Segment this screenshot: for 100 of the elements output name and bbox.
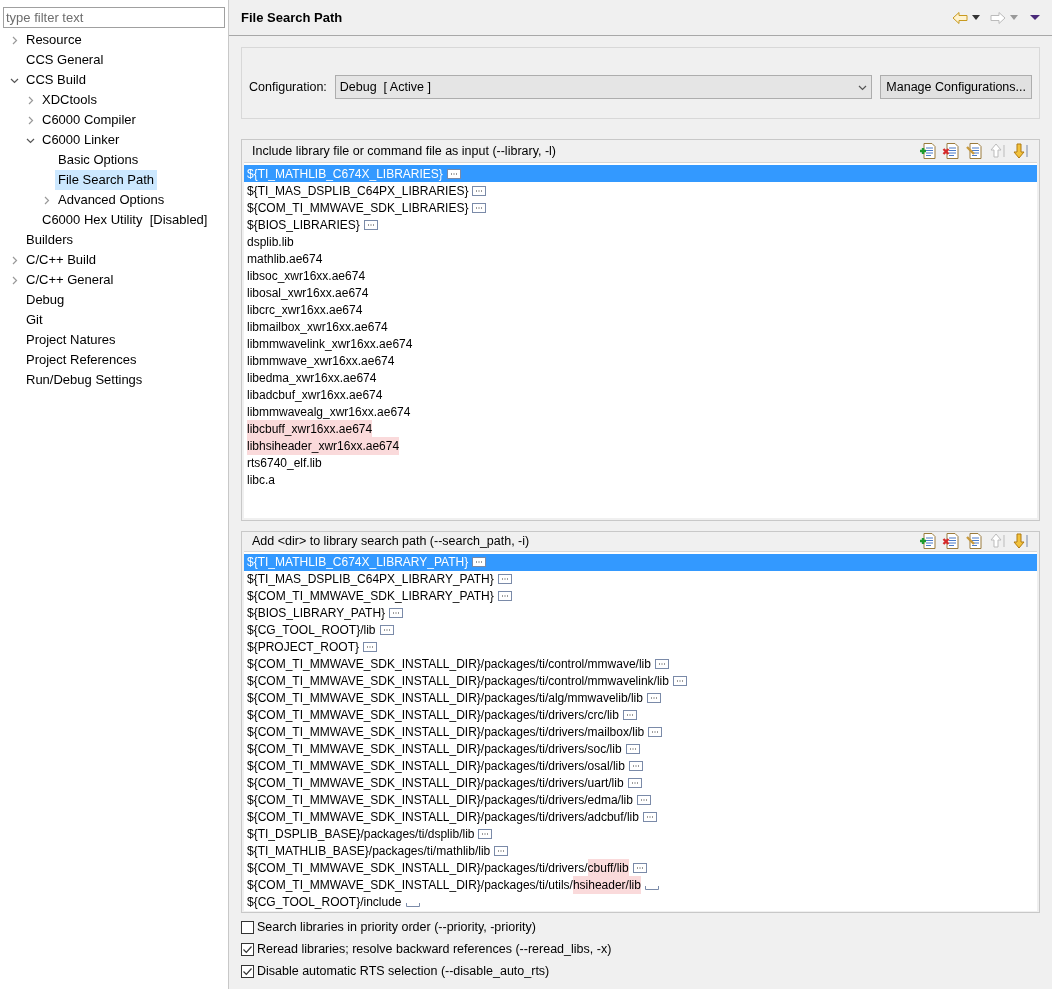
tree-item[interactable]: Git: [23, 310, 46, 330]
list-item[interactable]: libsoc_xwr16xx.ae674: [244, 267, 1037, 284]
tree-item[interactable]: Basic Options: [55, 150, 142, 170]
list-item[interactable]: ${COM_TI_MMWAVE_SDK_INSTALL_DIR}/packages/ti/drivers/soc/lib: [244, 740, 1037, 758]
ellipsis-icon[interactable]: [379, 625, 394, 636]
list-item[interactable]: ${COM_TI_MMWAVE_SDK_INSTALL_DIR}/packages/ti/alg/mmwavelib/lib: [244, 689, 1037, 707]
edit-icon[interactable]: [965, 142, 983, 160]
tree-item[interactable]: Builders: [23, 230, 76, 250]
tree-item[interactable]: CCS Build: [23, 70, 89, 90]
caret-icon[interactable]: [972, 14, 980, 21]
list-item[interactable]: rts6740_elf.lib: [244, 454, 1037, 471]
tree-item[interactable]: Advanced Options: [55, 190, 168, 210]
ellipsis-icon[interactable]: [642, 812, 657, 823]
list-item[interactable]: ${CG_TOOL_ROOT}/lib: [244, 621, 1037, 639]
ellipsis-icon[interactable]: [622, 710, 637, 721]
ellipsis-icon[interactable]: [672, 676, 687, 687]
tree-item[interactable]: C6000 Hex Utility [Disabled]: [39, 210, 211, 230]
ellipsis-icon[interactable]: [646, 693, 661, 704]
ellipsis-icon[interactable]: [389, 608, 404, 619]
ellipsis-icon[interactable]: [636, 795, 651, 806]
list-item[interactable]: libmmwave_xwr16xx.ae674: [244, 352, 1037, 369]
ellipsis-icon[interactable]: [363, 642, 378, 653]
ellipsis-icon[interactable]: [632, 863, 647, 874]
list-item[interactable]: ${COM_TI_MMWAVE_SDK_INSTALL_DIR}/packages/ti/drivers/edma/lib: [244, 791, 1037, 809]
add-icon[interactable]: [919, 532, 937, 551]
ellipsis-icon[interactable]: [472, 202, 487, 213]
manage-configurations-button[interactable]: Manage Configurations...: [880, 75, 1032, 99]
delete-icon[interactable]: [942, 142, 960, 160]
checkbox[interactable]: [241, 964, 254, 978]
list-item[interactable]: ${CG_TOOL_ROOT}/include: [244, 893, 1037, 911]
list-item[interactable]: ${COM_TI_MMWAVE_SDK_INSTALL_DIR}/packages/ti/drivers/adcbuf/lib: [244, 808, 1037, 826]
configuration-label: Configuration:: [249, 79, 327, 96]
list-item[interactable]: libcrc_xwr16xx.ae674: [244, 301, 1037, 318]
list-item[interactable]: libcbuff_xwr16xx.ae674: [244, 420, 1037, 437]
ellipsis-icon[interactable]: [654, 659, 669, 670]
tree-item[interactable]: CCS General: [23, 50, 107, 70]
list-item[interactable]: ${COM_TI_MMWAVE_SDK_LIBRARIES}: [244, 199, 1037, 216]
list-item[interactable]: ${BIOS_LIBRARY_PATH}: [244, 604, 1037, 622]
list-item[interactable]: libadcbuf_xwr16xx.ae674: [244, 386, 1037, 403]
list-item[interactable]: libedma_xwr16xx.ae674: [244, 369, 1037, 386]
tree-item[interactable]: Run/Debug Settings: [23, 370, 146, 390]
ellipsis-icon[interactable]: [478, 829, 493, 840]
ellipsis-icon[interactable]: [472, 557, 487, 568]
tree-item[interactable]: Resource: [23, 30, 85, 50]
list-item[interactable]: ${TI_MAS_DSPLIB_C64PX_LIBRARIES}: [244, 182, 1037, 199]
list-item[interactable]: mathlib.ae674: [244, 250, 1037, 267]
tree-item[interactable]: XDCtools: [39, 90, 100, 110]
list-item[interactable]: ${COM_TI_MMWAVE_SDK_INSTALL_DIR}/packages/ti/drivers/cbuff/lib: [244, 859, 1037, 877]
list-item[interactable]: ${BIOS_LIBRARIES}: [244, 216, 1037, 233]
list-item[interactable]: ${COM_TI_MMWAVE_SDK_INSTALL_DIR}/packages/ti/drivers/crc/lib: [244, 706, 1037, 724]
chevron-right-icon[interactable]: [42, 195, 51, 205]
ellipsis-icon[interactable]: [472, 185, 487, 196]
list-item[interactable]: ${COM_TI_MMWAVE_SDK_INSTALL_DIR}/packages/ti/utils/hsiheader/lib: [244, 876, 1037, 894]
ellipsis-icon[interactable]: [446, 168, 461, 179]
ellipsis-icon[interactable]: [628, 761, 643, 772]
list-item[interactable]: libosal_xwr16xx.ae674: [244, 284, 1037, 301]
tree-item[interactable]: C/C++ General: [23, 270, 117, 290]
list-item[interactable]: ${TI_DSPLIB_BASE}/packages/ti/dsplib/lib: [244, 825, 1037, 843]
list-item[interactable]: ${TI_MAS_DSPLIB_C64PX_LIBRARY_PATH}: [244, 570, 1037, 588]
list-item[interactable]: ${TI_MATHLIB_BASE}/packages/ti/mathlib/lib: [244, 842, 1037, 860]
list-item[interactable]: ${COM_TI_MMWAVE_SDK_LIBRARY_PATH}: [244, 587, 1037, 605]
chevron-right-icon[interactable]: [10, 35, 19, 45]
list-item[interactable]: libc.a: [244, 471, 1037, 488]
ellipsis-icon[interactable]: [363, 219, 378, 230]
move-down-icon[interactable]: [1011, 142, 1029, 160]
view-menu-icon[interactable]: [1030, 14, 1040, 21]
tree-item[interactable]: C6000 Linker: [39, 130, 123, 150]
list-item[interactable]: ${COM_TI_MMWAVE_SDK_INSTALL_DIR}/packages/ti/drivers/uart/lib: [244, 774, 1037, 792]
tree-item[interactable]: C6000 Compiler: [39, 110, 139, 130]
tree-item[interactable]: File Search Path: [55, 170, 158, 190]
delete-icon[interactable]: [942, 532, 960, 551]
list-item[interactable]: libmailbox_xwr16xx.ae674: [244, 318, 1037, 335]
filter-field[interactable]: type filter text: [3, 7, 225, 28]
ellipsis-icon[interactable]: [627, 778, 642, 789]
list-item[interactable]: ${PROJECT_ROOT}: [244, 638, 1037, 656]
edit-icon[interactable]: [965, 532, 983, 551]
ellipsis-icon[interactable]: [497, 591, 512, 602]
list-item[interactable]: ${COM_TI_MMWAVE_SDK_INSTALL_DIR}/packages/ti/drivers/osal/lib: [244, 757, 1037, 775]
tree-item[interactable]: C/C++ Build: [23, 250, 100, 270]
list-item[interactable]: ${COM_TI_MMWAVE_SDK_INSTALL_DIR}/packages/ti/control/mmwavelink/lib: [244, 672, 1037, 690]
ellipsis-icon[interactable]: [648, 727, 663, 738]
forward-arrow-icon[interactable]: [990, 10, 1006, 25]
checkbox[interactable]: [241, 942, 254, 956]
ellipsis-icon[interactable]: [497, 574, 512, 585]
list-item[interactable]: libmmwavelink_xwr16xx.ae674: [244, 335, 1037, 352]
configuration-dropdown[interactable]: Debug [ Active ]: [334, 75, 873, 99]
list-item[interactable]: ${COM_TI_MMWAVE_SDK_INSTALL_DIR}/packages/ti/drivers/mailbox/lib: [244, 723, 1037, 741]
checkbox[interactable]: [241, 920, 254, 934]
tree-item[interactable]: Project References: [23, 350, 140, 370]
tree-item[interactable]: Project Natures: [23, 330, 119, 350]
list-item[interactable]: ${COM_TI_MMWAVE_SDK_INSTALL_DIR}/packages/ti/control/mmwave/lib: [244, 655, 1037, 673]
list-item[interactable]: libmmwavealg_xwr16xx.ae674: [244, 403, 1037, 420]
add-icon[interactable]: [919, 142, 937, 160]
ellipsis-icon[interactable]: [494, 846, 509, 857]
checkbox-label: Disable automatic RTS selection (--disable_auto_rts): [257, 962, 550, 980]
tree-item[interactable]: Debug: [23, 290, 68, 310]
list-item[interactable]: dsplib.lib: [244, 233, 1037, 250]
move-down-icon[interactable]: [1011, 532, 1029, 551]
ellipsis-icon[interactable]: [625, 744, 640, 755]
list-item[interactable]: libhsiheader_xwr16xx.ae674: [244, 437, 1037, 454]
